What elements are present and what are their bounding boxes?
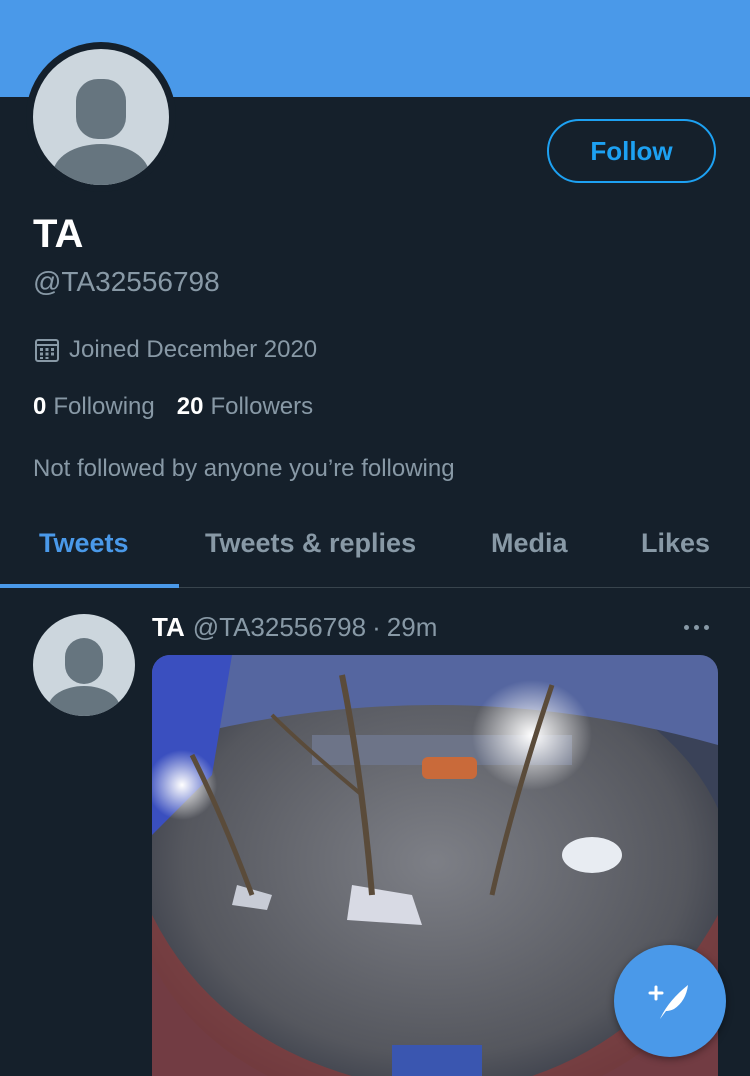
more-icon[interactable]: [684, 625, 709, 630]
tab-likes[interactable]: Likes: [641, 528, 710, 559]
tweet-avatar[interactable]: [33, 614, 135, 716]
default-avatar-icon: [33, 49, 169, 185]
tab-media[interactable]: Media: [491, 528, 568, 559]
tweet-author-handle[interactable]: @TA32556798: [193, 612, 366, 643]
followers-count: 20: [176, 393, 204, 420]
profile-tabs: Tweets Tweets & replies Media Likes: [0, 520, 750, 588]
profile-avatar[interactable]: [26, 42, 176, 192]
followers-stat[interactable]: 20 Followers: [177, 393, 313, 421]
follow-stats: 0 Following 20 Followers: [33, 393, 335, 421]
tweet-author-name[interactable]: TA: [152, 612, 185, 643]
join-date-text: Joined December 2020: [69, 336, 318, 363]
active-tab-indicator: [0, 584, 179, 588]
tab-tweets[interactable]: Tweets: [39, 528, 129, 559]
follow-button[interactable]: Follow: [547, 119, 716, 183]
following-label: Following: [53, 393, 155, 420]
followers-label: Followers: [210, 393, 314, 420]
following-stat[interactable]: 0 Following: [33, 393, 155, 421]
tweet-timestamp[interactable]: 29m: [387, 612, 438, 643]
compose-tweet-icon: [648, 985, 688, 1019]
tab-tweets-replies[interactable]: Tweets & replies: [205, 528, 416, 559]
profile-handle: @TA32556798: [33, 266, 220, 297]
default-avatar-icon: [33, 614, 135, 716]
following-count: 0: [33, 393, 47, 420]
calendar-icon: [35, 339, 59, 362]
profile-display-name: TA: [33, 212, 84, 256]
join-date: Joined December 2020: [33, 336, 317, 364]
tweet-separator: ·: [372, 612, 381, 642]
tweet-header: TA @TA32556798 · 29m: [152, 612, 437, 643]
mutual-followers-text: Not followed by anyone you’re following: [33, 455, 455, 482]
compose-tweet-button[interactable]: [614, 945, 726, 1057]
